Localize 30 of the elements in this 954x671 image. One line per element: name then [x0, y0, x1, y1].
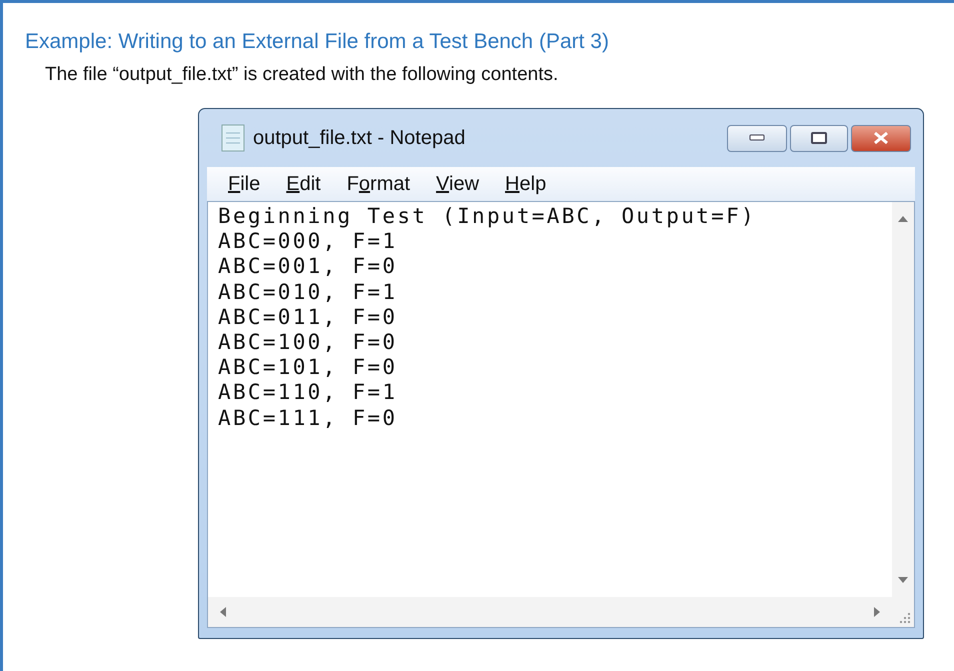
menu-item[interactable]: Edit	[273, 172, 334, 196]
minimize-icon	[749, 134, 765, 142]
scroll-right-icon[interactable]	[872, 607, 882, 617]
text-line: ABC=011, F=0	[218, 304, 398, 330]
slide-title: Example: Writing to an External File from a Test Bench (Part 3)	[25, 29, 610, 55]
notepad-icon	[221, 124, 245, 152]
window-title: output_file.txt - Notepad	[253, 126, 466, 150]
menu-item[interactable]: View	[423, 172, 492, 196]
text-line: ABC=111, F=0	[218, 406, 398, 431]
close-icon	[873, 131, 889, 145]
maximize-icon	[811, 132, 827, 144]
scroll-down-icon[interactable]	[898, 575, 908, 585]
text-line: ABC=110, F=1	[218, 380, 398, 406]
text-area[interactable]: Beginning Test (Input=ABC, Output=F) ABC=000, F=1 ABC=001, F=0 ABC=010, F=1 ABC=011, F=0 ABC=100, F=0 ABC=101, F=0 ABC=110, F=1 ABC=111, F=0	[207, 201, 915, 628]
scroll-left-icon[interactable]	[218, 607, 228, 617]
text-line: ABC=100, F=0	[218, 330, 398, 356]
text-line: Beginning Test (Input=ABC, Output=F)	[218, 204, 757, 230]
menu-item[interactable]: Help	[492, 172, 560, 196]
minimize-button[interactable]	[727, 124, 787, 152]
resize-grip-icon[interactable]	[899, 612, 911, 624]
text-line: ABC=010, F=1	[218, 280, 398, 305]
text-line: ABC=000, F=1	[218, 229, 398, 254]
slide-caption: The file “output_file.txt” is created with the following contents.	[45, 63, 560, 87]
text-line: ABC=001, F=0	[218, 254, 398, 280]
close-button[interactable]	[851, 124, 911, 152]
menu-item[interactable]: File	[215, 172, 274, 196]
text-line: ABC=101, F=0	[218, 355, 398, 380]
menu-item[interactable]: Format	[334, 172, 424, 196]
maximize-button[interactable]	[790, 124, 848, 152]
scroll-up-icon[interactable]	[898, 214, 908, 224]
